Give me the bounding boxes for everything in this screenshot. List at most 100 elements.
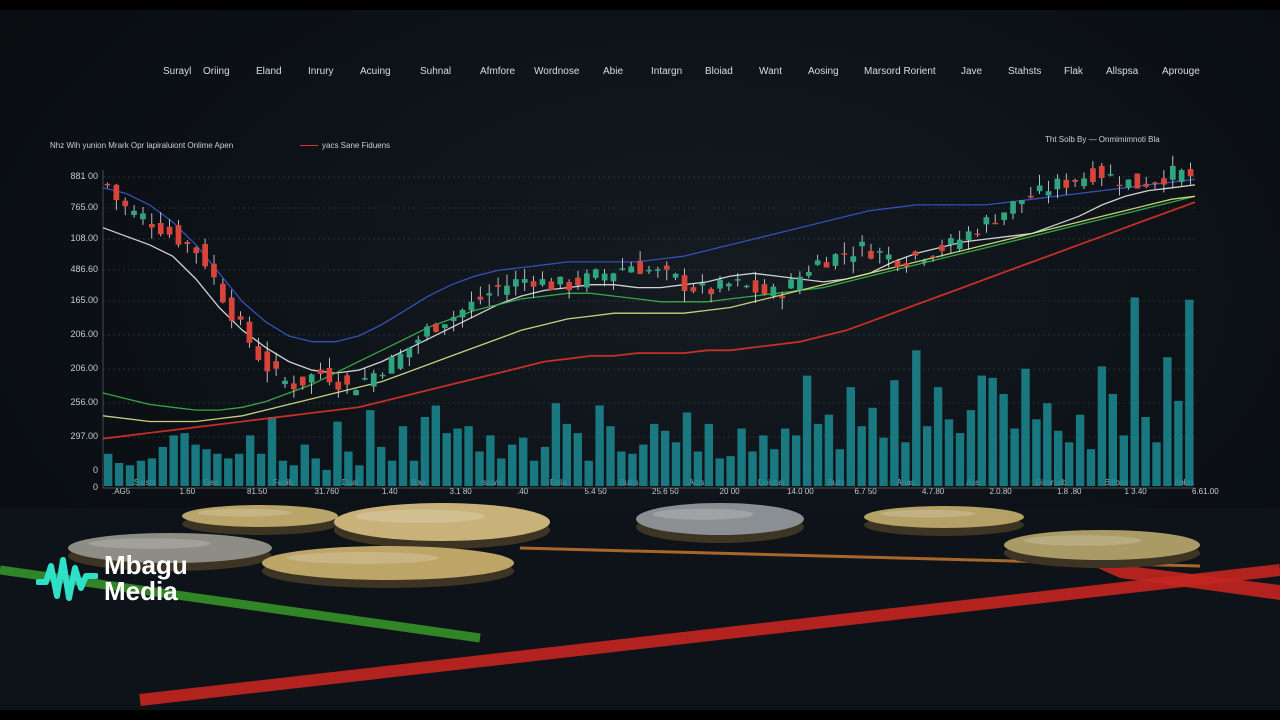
volume-bar	[147, 458, 157, 486]
volume-bar	[923, 426, 932, 486]
volume-bar	[125, 465, 135, 486]
volume-bar	[671, 442, 681, 486]
volume-bar	[1097, 366, 1107, 486]
candle-down	[939, 245, 945, 251]
candle-down	[1161, 178, 1167, 185]
volume-bar	[1130, 297, 1139, 486]
candle-up	[806, 272, 812, 276]
candle-up	[424, 326, 430, 337]
candle-down	[273, 361, 279, 369]
candle-down	[291, 383, 297, 390]
candle-down	[974, 233, 981, 235]
candle-down	[823, 262, 830, 268]
volume-bar	[955, 433, 965, 486]
brand-line-2: Media	[104, 576, 178, 606]
volume-bar	[300, 444, 309, 486]
candle-up	[1010, 201, 1016, 214]
candle-down	[299, 376, 306, 386]
candle-down	[690, 287, 697, 292]
volume-bar	[792, 435, 801, 486]
volume-bar	[1065, 442, 1074, 486]
candle-up	[406, 347, 413, 358]
candle-down	[104, 183, 111, 186]
candle-up	[956, 239, 963, 250]
candle-up	[628, 266, 635, 273]
volume-bar	[529, 460, 539, 486]
candle-down	[211, 263, 217, 278]
volume-bar	[584, 460, 593, 486]
candle-up	[1036, 185, 1043, 192]
candle-up	[788, 279, 794, 289]
candle-up	[948, 238, 954, 245]
candle-up	[1001, 212, 1007, 220]
volume-bar	[551, 403, 561, 486]
candle-down	[681, 275, 688, 291]
volume-bar	[770, 449, 779, 486]
candle-down	[1090, 168, 1096, 182]
volume-bar	[377, 446, 386, 486]
volume-bar	[322, 469, 331, 486]
brand-line-1: Mbagu	[104, 550, 188, 580]
volume-bar	[759, 435, 768, 486]
candle-down	[184, 242, 191, 244]
candle-down	[228, 297, 235, 321]
candle-up	[1045, 191, 1052, 196]
volume-bar	[1152, 442, 1161, 486]
candle-down	[903, 263, 910, 267]
ma-line-blue	[102, 178, 1196, 343]
volume-bar	[748, 451, 757, 486]
volume-bar	[540, 446, 550, 486]
candle-down	[530, 281, 537, 287]
waveform-icon	[36, 557, 98, 601]
volume-bar	[278, 460, 288, 486]
volume-bar	[639, 444, 648, 486]
candle-up	[140, 213, 146, 220]
volume-bar	[1054, 430, 1063, 486]
volume-bar	[966, 410, 976, 486]
volume-bar	[442, 433, 451, 486]
candle-up	[699, 283, 706, 286]
candle-up	[859, 241, 865, 247]
volume-bar	[562, 423, 571, 486]
volume-bar	[1021, 368, 1030, 486]
volume-bar	[256, 453, 266, 486]
candle-up	[459, 309, 466, 318]
candle-down	[912, 251, 919, 256]
candle-down	[433, 323, 439, 332]
candle-up	[592, 269, 599, 278]
volume-bar	[999, 394, 1008, 486]
volume-bar	[813, 423, 823, 486]
candle-down	[752, 280, 759, 293]
candle-up	[619, 268, 626, 270]
volume-bar	[988, 377, 997, 486]
volume-bar	[289, 465, 298, 486]
volume-bar	[344, 451, 353, 486]
candle-up	[370, 373, 377, 387]
volume-bar	[366, 410, 375, 486]
volume-bar	[802, 375, 812, 486]
candle-up	[415, 339, 421, 344]
volume-bar	[573, 433, 582, 486]
candle-down	[149, 224, 155, 228]
candle-down	[317, 369, 324, 374]
candle-up	[442, 324, 448, 328]
candle-up	[983, 217, 990, 225]
candle-up	[832, 254, 839, 266]
candle-up	[743, 285, 750, 288]
ma-line-green	[102, 195, 1196, 411]
candle-up	[388, 356, 395, 374]
candle-up	[379, 374, 386, 377]
candle-up	[655, 269, 661, 271]
volume-bar	[311, 458, 320, 486]
candle-down	[566, 282, 572, 291]
candle-up	[726, 283, 732, 287]
candle-up	[557, 276, 564, 285]
candle-down	[495, 284, 501, 287]
candle-down	[1134, 173, 1141, 189]
volume-bar	[1086, 449, 1096, 486]
volume-bar	[235, 453, 244, 486]
volume-bar	[519, 437, 528, 486]
candle-down	[477, 296, 484, 300]
candle-up	[539, 279, 546, 285]
volume-bar	[355, 465, 364, 486]
